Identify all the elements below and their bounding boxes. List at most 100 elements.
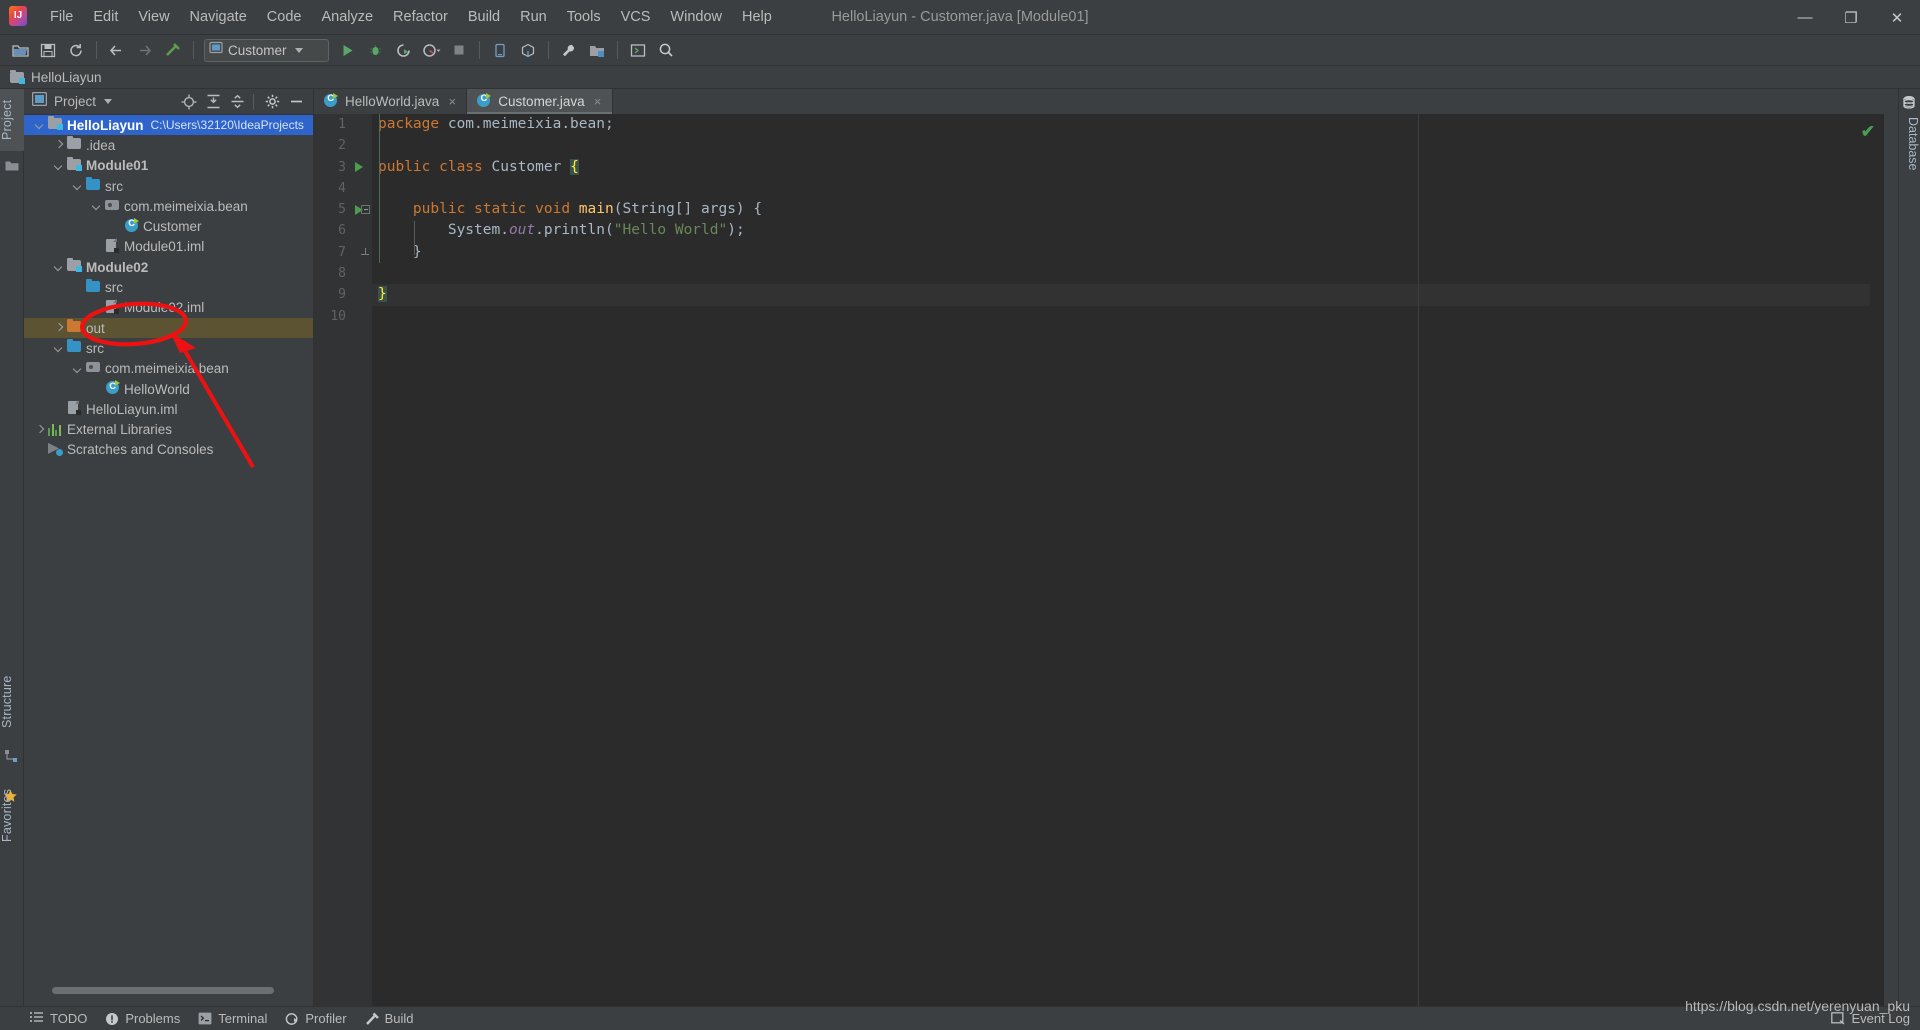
- settings-gear-icon[interactable]: [261, 91, 283, 113]
- back-arrow-icon[interactable]: [104, 38, 130, 62]
- menu-item-code[interactable]: Code: [257, 6, 312, 28]
- save-icon[interactable]: [35, 38, 61, 62]
- status-item-problems[interactable]: Problems: [105, 1011, 180, 1026]
- forward-arrow-icon[interactable]: [132, 38, 158, 62]
- tree-node-customer[interactable]: Customer: [24, 216, 313, 236]
- tool-window-button-project[interactable]: Project: [0, 89, 24, 151]
- run-configuration-selector[interactable]: Customer: [204, 38, 329, 62]
- tree-node-helloworld[interactable]: HelloWorld: [24, 379, 313, 399]
- star-icon[interactable]: [3, 789, 20, 806]
- chevron-down-icon[interactable]: [91, 201, 102, 212]
- project-files-icon[interactable]: [5, 159, 19, 172]
- project-horizontal-scrollbar-thumb[interactable]: [52, 987, 274, 994]
- tree-node-com-meimeixia-bean[interactable]: com.meimeixia.bean: [24, 196, 313, 216]
- collapse-all-icon[interactable]: [226, 91, 248, 113]
- chevron-right-icon[interactable]: [53, 140, 64, 151]
- inspection-ok-icon[interactable]: ✔: [1861, 122, 1875, 142]
- database-icon[interactable]: [1902, 95, 1916, 109]
- status-item-terminal[interactable]: Terminal: [198, 1011, 267, 1026]
- gutter-line-1[interactable]: 1: [314, 114, 372, 135]
- code-line-8[interactable]: [372, 263, 1884, 284]
- code-line-10[interactable]: [372, 306, 1884, 327]
- close-icon[interactable]: ×: [446, 94, 458, 109]
- gutter-line-8[interactable]: 8: [314, 263, 372, 284]
- chevron-down-icon[interactable]: [34, 120, 45, 131]
- gutter-line-9[interactable]: 9: [314, 284, 372, 305]
- menu-item-edit[interactable]: Edit: [83, 6, 128, 28]
- code-line-9[interactable]: }: [372, 284, 1884, 306]
- tree-node-scratches-and-consoles[interactable]: Scratches and Consoles: [24, 440, 313, 460]
- project-horizontal-scrollbar-track[interactable]: [48, 987, 338, 1000]
- tree-node-helloliayun[interactable]: HelloLiayun C:\Users\32120\IdeaProjects: [24, 115, 313, 136]
- chevron-down-icon[interactable]: [53, 343, 64, 354]
- device-manager-icon[interactable]: [487, 38, 513, 62]
- chevron-down-icon[interactable]: [72, 181, 83, 192]
- profiler-icon[interactable]: [418, 38, 444, 62]
- chevron-right-icon[interactable]: [34, 424, 45, 435]
- chevron-down-icon[interactable]: [72, 363, 83, 374]
- expand-all-icon[interactable]: [202, 91, 224, 113]
- status-item-profiler[interactable]: Profiler: [285, 1011, 347, 1026]
- tool-window-button-structure[interactable]: Structure: [0, 664, 24, 740]
- tree-node-helloliayun-iml[interactable]: HelloLiayun.iml: [24, 399, 313, 419]
- tree-node-idea[interactable]: .idea: [24, 135, 313, 155]
- project-panel-title[interactable]: Project: [54, 94, 96, 109]
- sdk-icon[interactable]: [515, 38, 541, 62]
- menu-item-analyze[interactable]: Analyze: [311, 6, 383, 28]
- menu-item-window[interactable]: Window: [660, 6, 732, 28]
- tree-node-out[interactable]: out: [24, 317, 313, 339]
- tree-node-src[interactable]: src: [24, 176, 313, 196]
- fold-end-icon[interactable]: [361, 247, 370, 257]
- chevron-right-icon[interactable]: [53, 323, 64, 334]
- gutter-line-2[interactable]: 2: [314, 135, 372, 156]
- tree-node-src[interactable]: src: [24, 338, 313, 358]
- code-line-2[interactable]: [372, 135, 1884, 156]
- tree-node-module01[interactable]: Module01: [24, 156, 313, 176]
- tree-node-src[interactable]: src: [24, 277, 313, 297]
- gutter-line-3[interactable]: 3: [314, 157, 372, 178]
- structure-icon[interactable]: [5, 749, 19, 762]
- run-arrow-icon[interactable]: [355, 162, 363, 173]
- sync-icon[interactable]: [63, 38, 89, 62]
- menu-item-navigate[interactable]: Navigate: [180, 6, 257, 28]
- close-button[interactable]: ✕: [1874, 0, 1920, 35]
- editor-gutter[interactable]: 1 2 3 4 5 6 7 8 9 10: [314, 114, 372, 1006]
- debug-icon[interactable]: [362, 38, 388, 62]
- chevron-down-icon[interactable]: [53, 160, 64, 171]
- breadcrumb-helloliayun[interactable]: HelloLiayun: [31, 70, 102, 85]
- run-icon[interactable]: [334, 38, 360, 62]
- code-line-6[interactable]: System.out.println("Hello World");: [372, 220, 1884, 241]
- fold-collapse-icon[interactable]: [361, 205, 370, 215]
- project-tree[interactable]: HelloLiayun C:\Users\32120\IdeaProjects .i…: [24, 115, 313, 988]
- hide-panel-icon[interactable]: [285, 91, 307, 113]
- code-line-5[interactable]: public static void main(String[] args) {: [372, 199, 1884, 220]
- locate-icon[interactable]: [178, 91, 200, 113]
- editor-marker-bar[interactable]: ✔: [1861, 114, 1884, 1006]
- code-pane[interactable]: package com.meimeixia.bean; public class…: [372, 114, 1884, 1006]
- maximize-button[interactable]: ❐: [1828, 0, 1874, 35]
- tool-window-button-database[interactable]: Database: [1898, 113, 1920, 175]
- tree-node-module02[interactable]: Module02: [24, 257, 313, 277]
- status-item-build[interactable]: Build: [365, 1011, 413, 1026]
- chevron-down-icon[interactable]: [53, 262, 64, 273]
- open-folder-icon[interactable]: [7, 38, 33, 62]
- status-item-todo[interactable]: TODO: [30, 1011, 87, 1026]
- settings-wrench-icon[interactable]: [556, 38, 582, 62]
- code-area[interactable]: 1 2 3 4 5 6 7 8 9 10 package com.meimeixia.bean; …: [314, 114, 1884, 1006]
- menu-item-help[interactable]: Help: [732, 6, 782, 28]
- editor-tab-customer-java[interactable]: Customer.java ×: [467, 89, 613, 114]
- search-icon[interactable]: [653, 38, 679, 62]
- code-line-3[interactable]: public class Customer {: [372, 157, 1884, 178]
- menu-item-file[interactable]: File: [40, 6, 83, 28]
- tree-node-module01-iml[interactable]: Module01.iml: [24, 237, 313, 257]
- stop-icon[interactable]: [446, 38, 472, 62]
- close-icon[interactable]: ×: [592, 94, 604, 109]
- code-line-4[interactable]: [372, 178, 1884, 199]
- menu-item-refactor[interactable]: Refactor: [383, 6, 458, 28]
- menu-item-tools[interactable]: Tools: [557, 6, 611, 28]
- menu-item-build[interactable]: Build: [458, 6, 510, 28]
- menu-item-vcs[interactable]: VCS: [611, 6, 661, 28]
- tree-node-external-libraries[interactable]: External Libraries: [24, 419, 313, 439]
- chevron-down-icon[interactable]: [104, 99, 113, 104]
- tree-node-module02-iml[interactable]: Module02.iml: [24, 298, 313, 318]
